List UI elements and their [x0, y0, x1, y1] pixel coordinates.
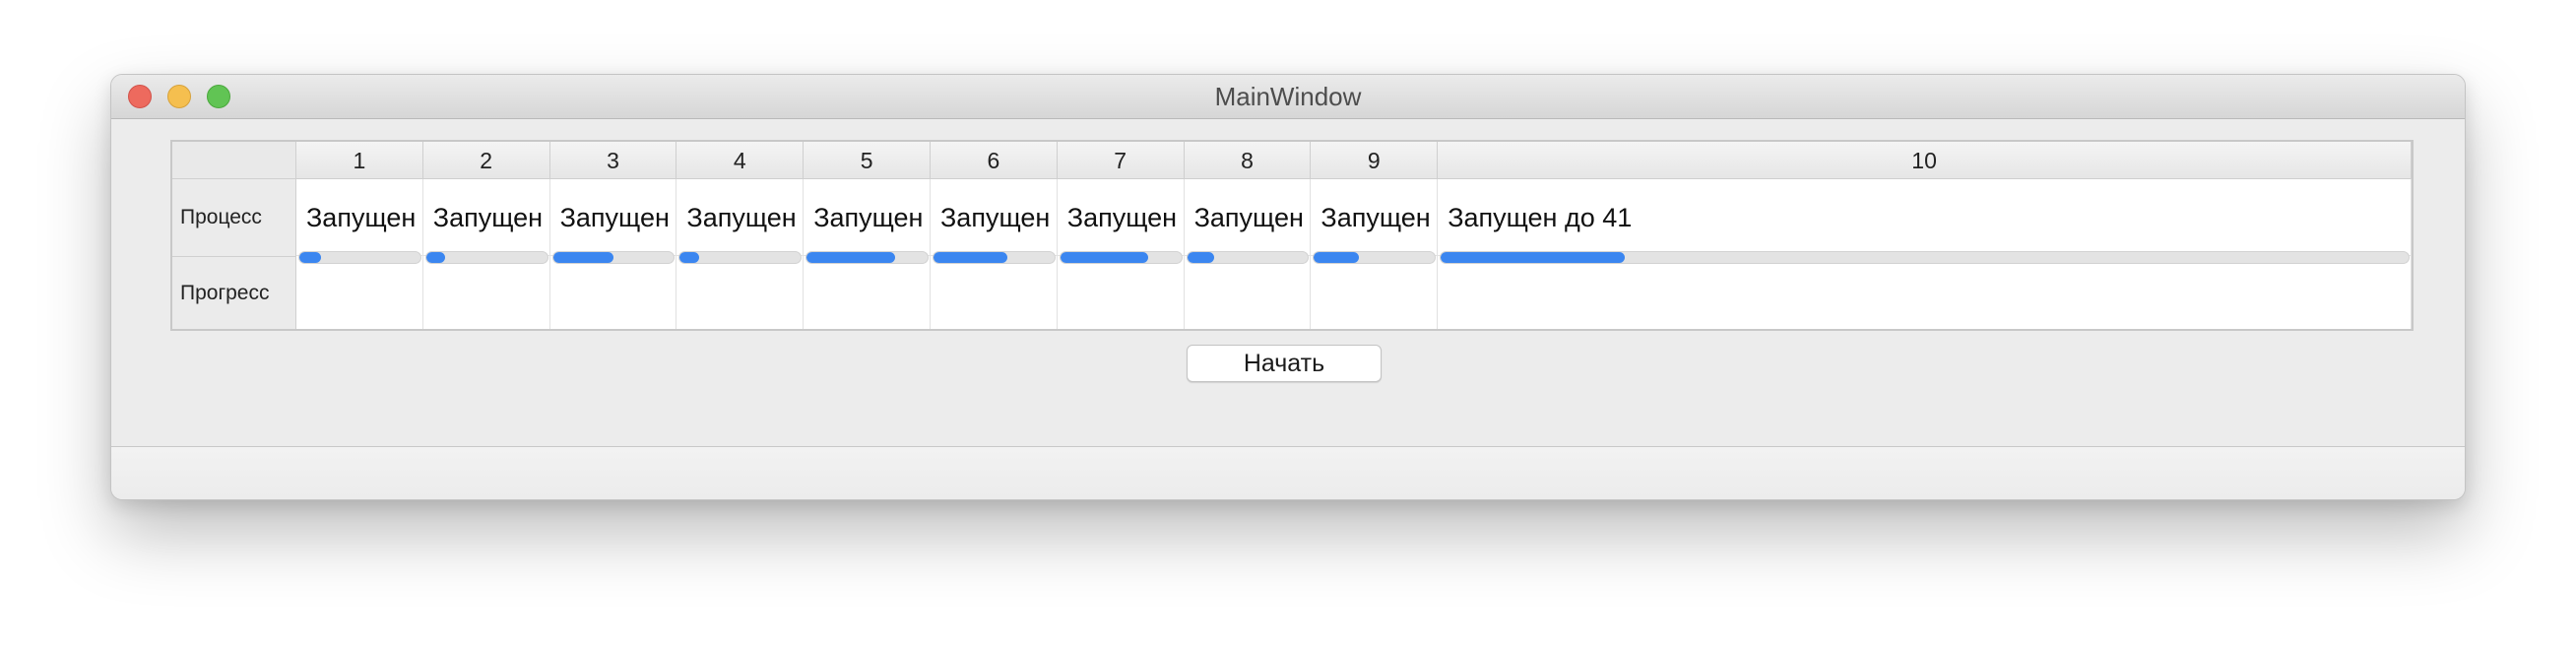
- progress-cell[interactable]: [1438, 256, 2412, 329]
- progress-bar-fill: [425, 252, 446, 263]
- column-header-4[interactable]: 4: [676, 142, 805, 179]
- progress-bar: [1313, 251, 1437, 264]
- row-header-process[interactable]: Процесс: [172, 179, 296, 256]
- progress-cell[interactable]: [1184, 256, 1312, 329]
- progress-bar: [1440, 251, 2410, 264]
- column-header-10[interactable]: 10: [1438, 142, 2412, 179]
- progress-cell[interactable]: [804, 256, 931, 329]
- progress-bar: [1186, 251, 1310, 264]
- progress-bar-fill: [552, 252, 613, 263]
- process-table[interactable]: Процесс Прогресс 1Запущен до 412Запущен …: [170, 140, 2414, 331]
- process-cell[interactable]: Запущен до 35: [1184, 179, 1312, 256]
- progress-bar: [1059, 251, 1183, 264]
- process-cell[interactable]: Запущен до 41: [1438, 179, 2412, 256]
- process-cell[interactable]: Запущен до 13: [931, 179, 1058, 256]
- progress-bar: [805, 251, 929, 264]
- progress-bar: [933, 251, 1056, 264]
- progress-cell[interactable]: [676, 256, 805, 329]
- column-header-3[interactable]: 3: [549, 142, 677, 179]
- row-header-progress[interactable]: Прогресс: [172, 256, 296, 329]
- process-cell[interactable]: Запущен до 11: [804, 179, 931, 256]
- process-cell[interactable]: Запущен до 11: [1057, 179, 1185, 256]
- column-header-5[interactable]: 5: [804, 142, 931, 179]
- progress-bar-fill: [299, 252, 322, 263]
- process-cell[interactable]: Запущен до 47: [676, 179, 805, 256]
- progress-bar-fill: [1187, 252, 1214, 263]
- progress-bar-fill: [1314, 252, 1359, 263]
- column-header-1[interactable]: 1: [296, 142, 423, 179]
- process-cell[interactable]: Запущен до 16: [549, 179, 677, 256]
- progress-cell[interactable]: [296, 256, 423, 329]
- column-header-7[interactable]: 7: [1057, 142, 1185, 179]
- table-corner-button[interactable]: [172, 142, 296, 179]
- column-header-2[interactable]: 2: [422, 142, 550, 179]
- progress-bar-fill: [806, 252, 895, 263]
- window-title: MainWindow: [1214, 82, 1362, 111]
- progress-bar-fill: [1441, 252, 1625, 263]
- progress-bar: [678, 251, 803, 264]
- progress-bar-fill: [1060, 252, 1149, 263]
- progress-bar: [551, 251, 676, 264]
- column-header-6[interactable]: 6: [931, 142, 1058, 179]
- progress-cell[interactable]: [931, 256, 1058, 329]
- status-bar: [111, 446, 2465, 499]
- main-window: MainWindow Процесс Прогресс 1Запущен до …: [110, 74, 2466, 500]
- progress-cell[interactable]: [1057, 256, 1185, 329]
- column-header-8[interactable]: 8: [1184, 142, 1312, 179]
- title-bar[interactable]: MainWindow: [111, 75, 2465, 119]
- progress-bar: [298, 251, 421, 264]
- column-header-9[interactable]: 9: [1311, 142, 1439, 179]
- process-cell[interactable]: Запущен до 44: [422, 179, 550, 256]
- progress-cell[interactable]: [1311, 256, 1439, 329]
- process-cell[interactable]: Запущен до 41: [296, 179, 423, 256]
- progress-bar-fill: [679, 252, 700, 263]
- progress-cell[interactable]: [422, 256, 550, 329]
- start-button[interactable]: Начать: [1187, 345, 1382, 382]
- progress-cell[interactable]: [549, 256, 677, 329]
- progress-bar-fill: [934, 252, 1007, 263]
- process-cell[interactable]: Запущен до 21: [1311, 179, 1439, 256]
- progress-bar: [424, 251, 548, 264]
